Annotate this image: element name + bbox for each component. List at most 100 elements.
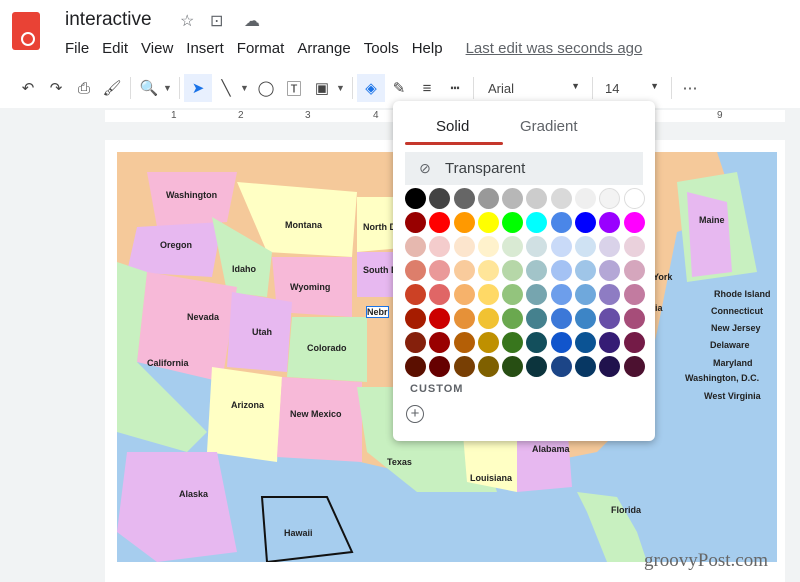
color-swatch[interactable] [575, 236, 597, 257]
more-icon[interactable]: ⋯ [676, 74, 704, 102]
last-edit-link[interactable]: Last edit was seconds ago [466, 40, 643, 57]
undo-icon[interactable]: ↶ [14, 74, 42, 102]
color-swatch[interactable] [599, 188, 621, 209]
color-swatch[interactable] [405, 356, 426, 377]
color-swatch[interactable] [623, 188, 645, 209]
color-swatch[interactable] [526, 308, 548, 329]
color-swatch[interactable] [477, 308, 499, 329]
color-swatch[interactable] [526, 188, 548, 209]
color-swatch[interactable] [526, 284, 548, 305]
redo-icon[interactable]: ↷ [42, 74, 70, 102]
transparent-button[interactable]: ⊘ Transparent [405, 152, 643, 185]
color-swatch[interactable] [623, 308, 645, 329]
color-swatch[interactable] [623, 236, 645, 257]
border-dash-icon[interactable]: ┅ [441, 74, 469, 102]
menu-file[interactable]: File [65, 40, 89, 57]
chevron-down-icon[interactable]: ▼ [240, 83, 252, 93]
color-swatch[interactable] [477, 188, 499, 209]
menu-tools[interactable]: Tools [364, 40, 399, 57]
state-label[interactable]: Nebr [366, 306, 389, 318]
tab-solid[interactable]: Solid [436, 118, 469, 135]
color-swatch[interactable] [575, 188, 597, 209]
color-swatch[interactable] [453, 236, 475, 257]
color-swatch[interactable] [550, 332, 572, 353]
color-swatch[interactable] [453, 212, 475, 233]
color-swatch[interactable] [429, 308, 451, 329]
color-swatch[interactable] [550, 260, 572, 281]
color-swatch[interactable] [623, 260, 645, 281]
paint-format-icon[interactable]: 🖌 [98, 74, 126, 102]
color-swatch[interactable] [453, 188, 475, 209]
select-icon[interactable]: ➤ [184, 74, 212, 102]
color-swatch[interactable] [477, 332, 499, 353]
color-swatch[interactable] [477, 356, 499, 377]
color-swatch[interactable] [623, 332, 645, 353]
color-swatch[interactable] [453, 308, 475, 329]
color-swatch[interactable] [502, 236, 524, 257]
color-swatch[interactable] [477, 260, 499, 281]
color-swatch[interactable] [405, 332, 426, 353]
color-swatch[interactable] [429, 236, 451, 257]
color-swatch[interactable] [429, 260, 451, 281]
color-swatch[interactable] [575, 284, 597, 305]
color-swatch[interactable] [599, 236, 621, 257]
menu-format[interactable]: Format [237, 40, 285, 57]
print-icon[interactable]: ⎙ [70, 74, 98, 102]
color-swatch[interactable] [550, 284, 572, 305]
color-swatch[interactable] [599, 260, 621, 281]
color-swatch[interactable] [405, 212, 426, 233]
color-swatch[interactable] [575, 308, 597, 329]
color-swatch[interactable] [405, 188, 426, 209]
color-swatch[interactable] [429, 212, 451, 233]
color-swatch[interactable] [405, 308, 426, 329]
color-swatch[interactable] [550, 356, 572, 377]
image-icon[interactable]: ▣ [308, 74, 336, 102]
color-swatch[interactable] [502, 356, 524, 377]
color-swatch[interactable] [405, 260, 426, 281]
color-swatch[interactable] [429, 284, 451, 305]
color-swatch[interactable] [526, 332, 548, 353]
color-swatch[interactable] [550, 188, 572, 209]
color-swatch[interactable] [623, 356, 645, 377]
color-swatch[interactable] [453, 356, 475, 377]
color-swatch[interactable] [477, 236, 499, 257]
color-swatch[interactable] [526, 260, 548, 281]
menu-arrange[interactable]: Arrange [297, 40, 350, 57]
color-swatch[interactable] [502, 332, 524, 353]
color-swatch[interactable] [550, 308, 572, 329]
chevron-down-icon[interactable]: ▼ [336, 83, 348, 93]
font-size-select[interactable]: 14 ▼ [597, 81, 667, 96]
move-folder-icon[interactable]: ⊡ [210, 11, 223, 31]
menu-help[interactable]: Help [412, 40, 443, 57]
text-box-icon[interactable]: 🅃 [280, 74, 308, 102]
color-swatch[interactable] [502, 260, 524, 281]
color-swatch[interactable] [405, 284, 426, 305]
color-swatch[interactable] [599, 332, 621, 353]
tab-gradient[interactable]: Gradient [520, 118, 578, 135]
color-swatch[interactable] [502, 308, 524, 329]
line-icon[interactable]: ╲ [212, 74, 240, 102]
color-swatch[interactable] [526, 356, 548, 377]
color-swatch[interactable] [599, 356, 621, 377]
color-swatch[interactable] [453, 260, 475, 281]
font-select[interactable]: Arial ▼ [478, 81, 588, 96]
color-swatch[interactable] [526, 212, 548, 233]
border-weight-icon[interactable]: ≡ [413, 74, 441, 102]
slides-logo[interactable] [12, 12, 40, 50]
color-swatch[interactable] [429, 188, 451, 209]
color-swatch[interactable] [526, 236, 548, 257]
shape-icon[interactable]: ◯ [252, 74, 280, 102]
color-swatch[interactable] [575, 356, 597, 377]
color-swatch[interactable] [623, 284, 645, 305]
color-swatch[interactable] [550, 236, 572, 257]
color-swatch[interactable] [477, 212, 499, 233]
color-swatch[interactable] [477, 284, 499, 305]
star-icon[interactable]: ☆ [180, 11, 194, 31]
color-swatch[interactable] [599, 284, 621, 305]
menu-insert[interactable]: Insert [186, 40, 224, 57]
fill-color-icon[interactable]: ◈ [357, 74, 385, 102]
chevron-down-icon[interactable]: ▼ [163, 83, 175, 93]
color-swatch[interactable] [623, 212, 645, 233]
cloud-status-icon[interactable]: ☁ [244, 11, 260, 31]
color-swatch[interactable] [453, 332, 475, 353]
